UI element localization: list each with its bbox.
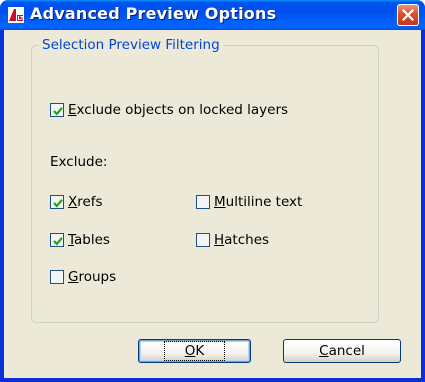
cancel-button[interactable]: Cancel [283,339,401,363]
checkbox-box [50,233,64,247]
ok-button[interactable]: OK [138,339,251,363]
title-bar[interactable]: LT Advanced Preview Options [0,0,425,30]
checkbox-label: Exclude objects on locked layers [68,102,289,118]
exclude-locked-layers-checkbox[interactable]: Exclude objects on locked layers [50,101,288,119]
check-icon [53,199,63,208]
tables-checkbox[interactable]: Tables [50,231,110,249]
xrefs-checkbox[interactable]: Xrefs [50,193,103,211]
group-title: Selection Preview Filtering [39,37,223,53]
hatches-checkbox[interactable]: Hatches [196,231,269,249]
multiline-text-checkbox[interactable]: Multiline text [196,193,302,211]
groups-checkbox[interactable]: Groups [50,268,116,286]
checkbox-box [50,103,64,117]
checkbox-box [196,233,210,247]
button-label: Cancel [319,343,365,359]
svg-text:LT: LT [18,16,25,22]
window-title: Advanced Preview Options [30,4,277,23]
checkbox-label: Hatches [214,232,270,248]
autocad-lt-icon: LT [8,7,24,23]
checkbox-box [50,195,64,209]
button-label: OK [163,341,226,361]
close-icon [402,9,414,21]
check-icon [53,107,63,116]
checkbox-label: Groups [68,269,117,285]
checkbox-label: Tables [68,232,110,248]
checkbox-box [50,270,64,284]
checkbox-label: Xrefs [68,194,103,210]
check-icon [53,237,63,246]
checkbox-label: Multiline text [214,194,303,210]
close-button[interactable] [397,4,419,26]
checkbox-box [196,195,210,209]
exclude-heading: Exclude: [50,154,108,170]
